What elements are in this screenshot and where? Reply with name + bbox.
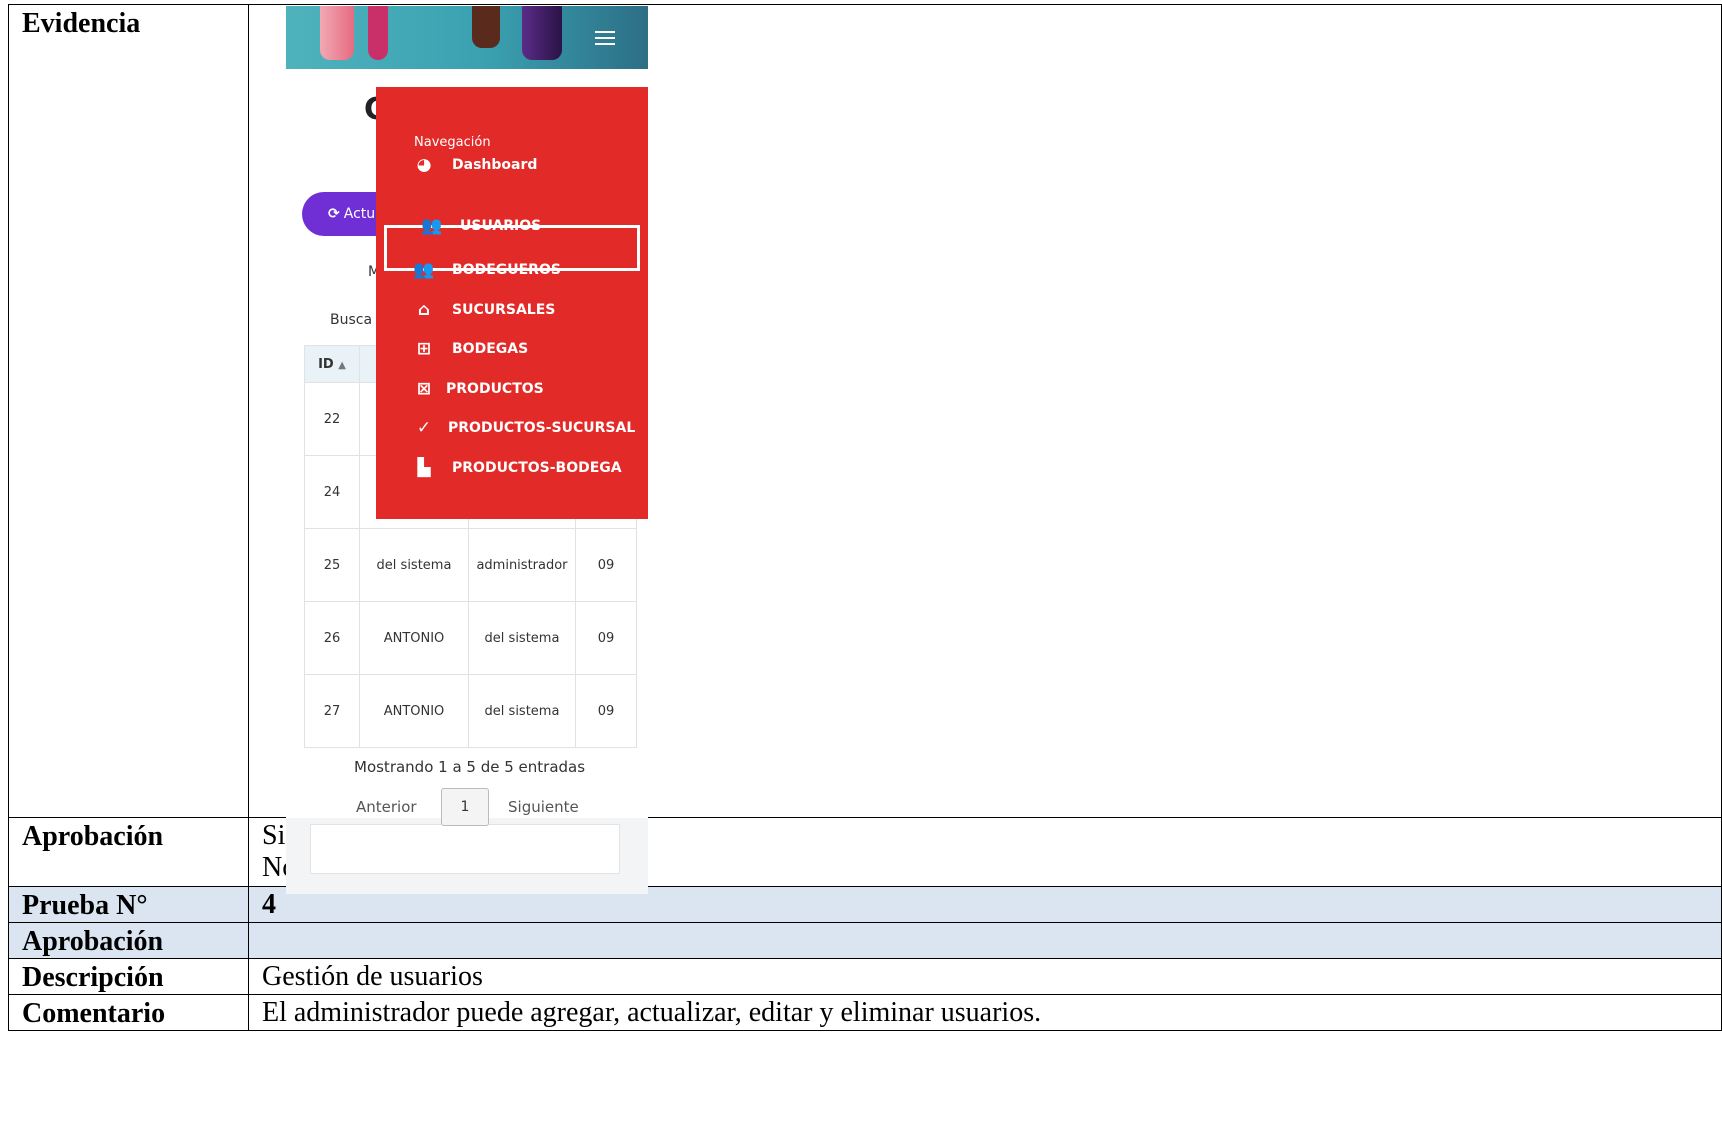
cell-id: 25 [304,528,360,602]
menu-icon[interactable] [595,31,615,49]
nav-drawer: Navegación ◕ Dashboard 👥 USUARIOS 👥 BODEGUE… [376,87,648,519]
cell: 09 [575,528,637,602]
search-label: Busca [330,312,373,328]
cell: administrador [468,528,576,602]
cell: 09 [575,674,637,748]
cell: 09 [575,601,637,675]
table-row[interactable]: 27 ANTONIO del sistema 09 [304,674,637,748]
cell-id: 27 [304,674,360,748]
table-info: Mostrando 1 a 5 de 5 entradas [354,758,586,776]
evidence-screenshot: C ⟳Actu M Busca ID ▲ 22 24 25 del sistem… [286,6,648,894]
nav-item-productos[interactable]: ⊠ PRODUCTOS [412,380,544,398]
nav-item-label: BODEGAS [452,341,529,357]
nav-item-label: PRODUCTOS-BODEGA [452,460,622,476]
pager-next[interactable]: Siguiente [508,798,579,816]
footer-box [310,824,620,874]
thread-spool-image [472,6,500,48]
cell-id: 22 [304,382,360,456]
approval-blank-value [248,922,1722,959]
comment-value: El administrador puede agregar, actualiz… [248,994,1722,1031]
nav-item-label: USUARIOS [460,218,542,234]
home-icon: ⌂ [417,300,431,320]
approval-row: Aprobación Si ( X ) No ( ) [8,817,1722,887]
header-banner [286,6,648,69]
cell: del sistema [359,528,469,602]
sort-icon: ▲ [338,359,346,371]
refresh-icon: ⟳ [328,206,340,222]
nav-item-label: PRODUCTOS [446,381,544,397]
id-column-header[interactable]: ID ▲ [304,345,360,383]
nav-heading: Navegación [414,135,491,150]
cell-id: 24 [304,455,360,529]
pager-page-1[interactable]: 1 [441,788,489,826]
approval-blank-row: Aprobación [8,922,1722,959]
test-case-table: Evidencia Aprobación Si ( X ) No ( ) Pru… [8,4,1722,1031]
pager-previous[interactable]: Anterior [356,798,417,816]
thread-spool-image [320,6,354,60]
evidence-label: Evidencia [8,4,249,818]
users-icon: 👥 [413,260,435,280]
description-row: Descripción Gestión de usuarios [8,958,1722,995]
description-label: Descripción [8,958,249,995]
grid-icon: ⊞ [416,339,432,359]
nav-item-label: PRODUCTOS-SUCURSAL [448,420,636,436]
thread-spool-image [522,6,562,60]
box-x-icon: ⊠ [416,379,432,399]
nav-item-productos-sucursal[interactable]: ✓ PRODUCTOS-SUCURSAL [412,419,635,437]
test-number-row: Prueba N° 4 [8,886,1722,923]
table-row[interactable]: 26 ANTONIO del sistema 09 [304,601,637,675]
test-number-label: Prueba N° [8,886,249,923]
refresh-button-label: Actu [343,206,376,222]
nav-item-sucursales[interactable]: ⌂ SUCURSALES [412,301,555,319]
nav-item-bodegueros[interactable]: 👥 BODEGUEROS [412,261,561,279]
comment-label: Comentario [8,994,249,1031]
description-value: Gestión de usuarios [248,958,1722,995]
nav-item-label: SUCURSALES [452,302,556,318]
cell-id: 26 [304,601,360,675]
gauge-icon: ◕ [416,155,432,175]
evidence-row: Evidencia [8,4,1722,818]
cell: ANTONIO [359,674,469,748]
nav-item-dashboard[interactable]: ◕ Dashboard [412,155,538,175]
cell: del sistema [468,601,576,675]
id-header-label: ID [318,356,334,372]
nav-item-label: BODEGUEROS [452,262,561,278]
nav-item-bodegas[interactable]: ⊞ BODEGAS [412,340,528,358]
nav-item-label: Dashboard [452,157,538,173]
cell: ANTONIO [359,601,469,675]
nav-item-usuarios-content[interactable]: 👥 USUARIOS [420,217,541,235]
cell: del sistema [468,674,576,748]
warehouse-icon: ▙ [417,458,431,478]
comment-row: Comentario El administrador puede agrega… [8,994,1722,1031]
table-row[interactable]: 25 del sistema administrador 09 [304,528,637,602]
nav-item-productos-bodega[interactable]: ▙ PRODUCTOS-BODEGA [412,458,622,478]
thread-spool-image [368,6,388,60]
approval-blank-label: Aprobación [8,922,249,959]
approval-label: Aprobación [8,817,249,887]
users-icon: 👥 [421,216,443,236]
check-icon: ✓ [416,418,432,438]
